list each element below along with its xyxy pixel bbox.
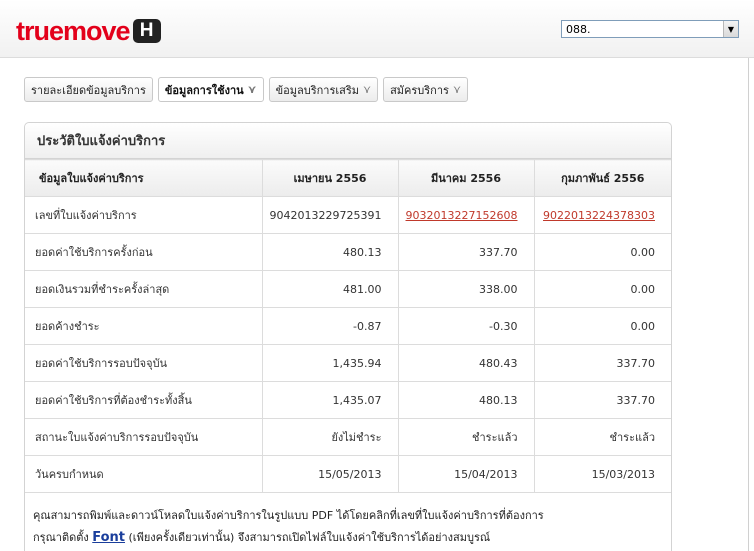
row-label: เลขที่ใบแจ้งค่าบริการ (25, 196, 263, 234)
table-cell: 337.70 (533, 381, 671, 419)
table-row: เลขที่ใบแจ้งค่าบริการ 9042013229725391 9… (25, 196, 671, 234)
tab-label: ข้อมูลการใช้งาน (164, 83, 244, 97)
tab-label: รายละเอียดข้อมูลบริการ (31, 83, 146, 97)
tab-service-details[interactable]: รายละเอียดข้อมูลบริการ (24, 77, 153, 102)
note-text: (เพียงครั้งเดียวเท่านั้น) จึงสามารถเปิดไ… (125, 531, 491, 544)
table-cell: -0.30 (397, 307, 535, 345)
due-date-cell: 15/05/2013 (261, 455, 399, 493)
row-label: ยอดค่าใช้บริการรอบปัจจุบัน (25, 344, 263, 382)
invoice-pdf-link[interactable]: 9022013224378303 (543, 209, 655, 222)
invoice-number-cell: 9032013227152608 (397, 196, 535, 234)
row-label: ยอดค่าใช้บริการครั้งก่อน (25, 233, 263, 271)
table-cell: 480.13 (261, 233, 399, 271)
table-header-row: ข้อมูลใบแจ้งค่าบริการ เมษายน 2556 มีนาคม… (25, 159, 671, 197)
tab-subscribe[interactable]: สมัครบริการ ⋎ (383, 77, 468, 102)
status-cell: ยังไม่ชำระ (261, 418, 399, 456)
table-cell: 338.00 (397, 270, 535, 308)
row-label: วันครบกำหนด (25, 455, 263, 493)
status-cell: ชำระแล้ว (397, 418, 535, 456)
chevron-down-icon: ⋎ (363, 83, 372, 96)
table-cell: 480.13 (397, 381, 535, 419)
table-row: สถานะใบแจ้งค่าบริการรอบปัจจุบัน ยังไม่ชำ… (25, 418, 671, 456)
row-label: สถานะใบแจ้งค่าบริการรอบปัจจุบัน (25, 418, 263, 456)
tab-extra-services[interactable]: ข้อมูลบริการเสริม ⋎ (268, 77, 379, 102)
dropdown-arrow-icon[interactable]: ▼ (723, 21, 738, 37)
chevron-down-icon: ⋎ (452, 83, 461, 96)
due-date-cell: 15/03/2013 (533, 455, 671, 493)
chevron-down-icon: ⋎ (247, 83, 257, 96)
table-cell: 1,435.94 (261, 344, 399, 382)
tab-usage-info[interactable]: ข้อมูลการใช้งาน ⋎ (157, 77, 264, 102)
table-cell: 1,435.07 (261, 381, 399, 419)
panel-title: ประวัติใบแจ้งค่าบริการ (25, 123, 671, 159)
pdf-download-note: คุณสามารถพิมพ์และดาวน์โหลดใบแจ้งค่าบริกา… (25, 493, 671, 549)
table-cell: 0.00 (533, 270, 671, 308)
table-cell: 337.70 (397, 233, 535, 271)
table-cell: 480.43 (397, 344, 535, 382)
logo-text-move: move (63, 15, 131, 46)
table-cell: 337.70 (533, 344, 671, 382)
row-label: ยอดค้างชำระ (25, 307, 263, 345)
tab-label: ข้อมูลบริการเสริม (275, 83, 359, 97)
table-row: ยอดค่าใช้บริการครั้งก่อน 480.13 337.70 0… (25, 233, 671, 271)
tab-label: สมัครบริการ (390, 83, 449, 97)
row-label: ยอดค่าใช้บริการที่ต้องชำระทั้งสิ้น (25, 381, 263, 419)
content-frame-border (748, 58, 749, 551)
note-line-1: คุณสามารถพิมพ์และดาวน์โหลดใบแจ้งค่าบริกา… (33, 509, 544, 522)
invoice-history-table: ข้อมูลใบแจ้งค่าบริการ เมษายน 2556 มีนาคม… (25, 159, 671, 493)
table-row: ยอดเงินรวมที่ชำระครั้งล่าสุด 481.00 338.… (25, 270, 671, 308)
table-cell: -0.87 (261, 307, 399, 345)
table-row: ยอดค่าใช้บริการที่ต้องชำระทั้งสิ้น 1,435… (25, 381, 671, 419)
logo-h-badge: H (132, 19, 161, 43)
invoice-number-cell: 9022013224378303 (533, 196, 671, 234)
invoice-pdf-link[interactable]: 9032013227152608 (406, 209, 518, 222)
header-bar: true move H 088. ▼ (0, 0, 754, 58)
column-header: กุมภาพันธ์ 2556 (533, 159, 671, 197)
table-row: ยอดค้างชำระ -0.87 -0.30 0.00 (25, 307, 671, 345)
table-cell: 0.00 (533, 233, 671, 271)
due-date-cell: 15/04/2013 (397, 455, 535, 493)
phone-number-value: 088. (566, 22, 591, 36)
column-header: ข้อมูลใบแจ้งค่าบริการ (25, 159, 263, 197)
table-row: ยอดค่าใช้บริการรอบปัจจุบัน 1,435.94 480.… (25, 344, 671, 382)
table-cell: 481.00 (261, 270, 399, 308)
table-row: วันครบกำหนด 15/05/2013 15/04/2013 15/03/… (25, 455, 671, 493)
invoice-history-panel: ประวัติใบแจ้งค่าบริการ ข้อมูลใบแจ้งค่าบร… (24, 122, 672, 551)
row-label: ยอดเงินรวมที่ชำระครั้งล่าสุด (25, 270, 263, 308)
note-text: กรุณาติดตั้ง (33, 531, 93, 544)
logo-text-true: true (16, 15, 64, 46)
column-header: เมษายน 2556 (261, 159, 399, 197)
truemove-h-logo[interactable]: true move H (16, 16, 161, 46)
note-line-2: กรุณาติดตั้ง Font (เพียงครั้งเดียวเท่านั… (33, 527, 671, 549)
phone-number-select[interactable]: 088. ▼ (561, 20, 739, 38)
column-header: มีนาคม 2556 (397, 159, 535, 197)
service-tabs: รายละเอียดข้อมูลบริการ ข้อมูลการใช้งาน ⋎… (24, 77, 468, 102)
invoice-number-cell: 9042013229725391 (261, 196, 399, 234)
font-download-link[interactable]: Font (92, 530, 125, 545)
status-cell: ชำระแล้ว (533, 418, 671, 456)
table-cell: 0.00 (533, 307, 671, 345)
